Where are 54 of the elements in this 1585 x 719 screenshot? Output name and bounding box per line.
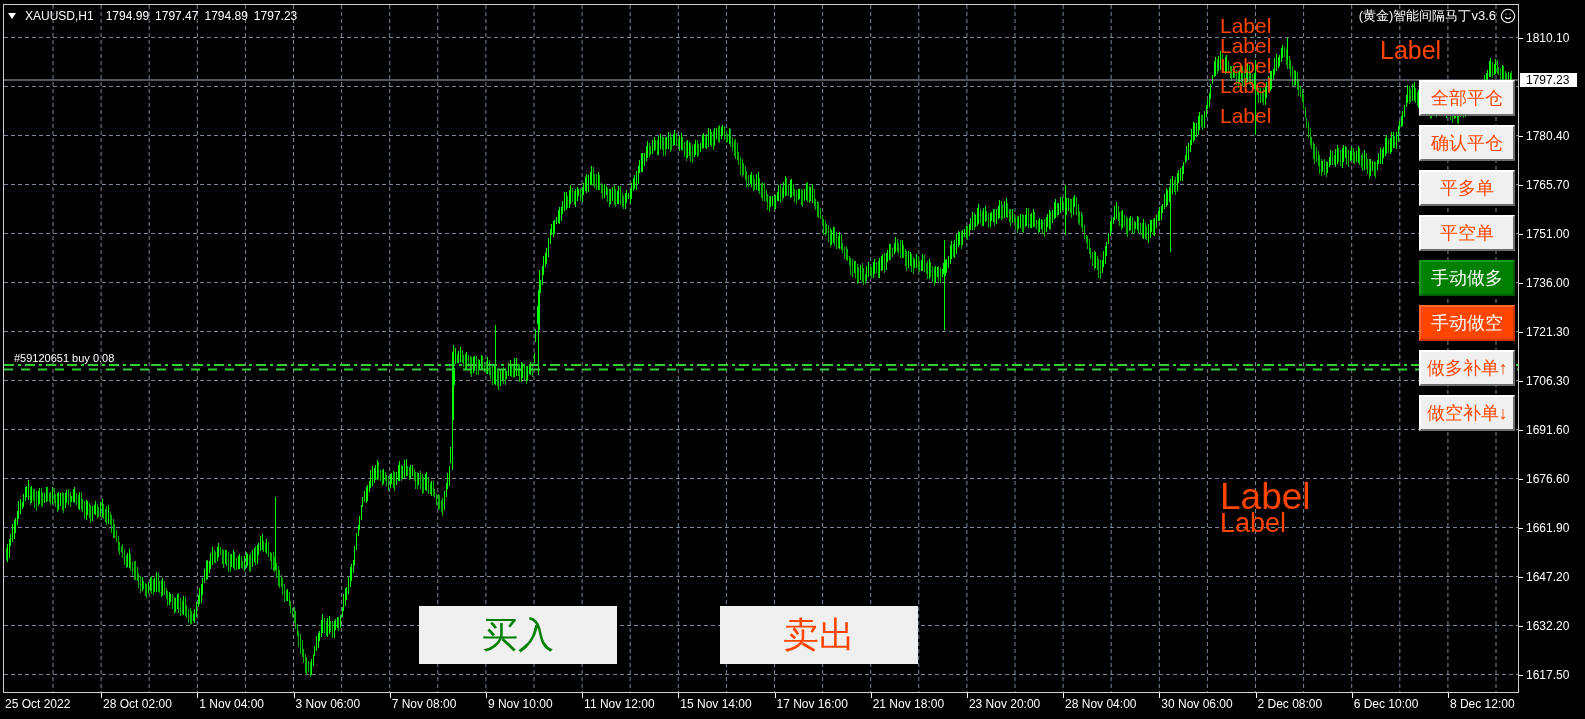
time-label: 9 Nov 10:00 [487, 697, 553, 711]
symbol-timeframe: XAUUSD,H1 [25, 8, 94, 24]
caret-icon[interactable] [8, 13, 16, 19]
price-label: 1661.90 [1526, 520, 1570, 535]
panel-button[interactable]: 平多单 [1419, 170, 1515, 206]
chart-text-label: Label [1220, 512, 1287, 534]
time-label: 25 Oct 2022 [5, 697, 71, 711]
time-label: 30 Nov 06:00 [1161, 697, 1233, 711]
panel-button[interactable]: 做多补单↑ [1419, 350, 1515, 386]
panel-button[interactable]: 确认平仓 [1419, 125, 1515, 161]
current-price-tag: 1797.23 [1520, 73, 1577, 87]
price-label: 1810.10 [1526, 30, 1570, 45]
panel-button[interactable]: 平空单 [1419, 215, 1515, 251]
price-label: 1632.20 [1526, 618, 1570, 633]
trade-button[interactable]: 卖出 [720, 606, 918, 664]
time-label: 7 Nov 08:00 [391, 697, 457, 711]
ohlc-value: 1794.99 [105, 8, 150, 24]
price-label: 1676.60 [1526, 471, 1570, 486]
time-label: 8 Dec 12:00 [1449, 697, 1515, 711]
ohlc-value: 1797.23 [253, 8, 298, 24]
time-label: 15 Nov 14:00 [680, 697, 752, 711]
trade-button[interactable]: 买入 [419, 606, 617, 664]
price-label: 1706.30 [1526, 373, 1570, 388]
panel-button[interactable]: 全部平仓 [1419, 80, 1515, 116]
chart-text-label: Label [1220, 482, 1311, 512]
time-label: 11 Nov 12:00 [584, 697, 655, 711]
order-label: #59120651 buy 0.08 [14, 351, 115, 365]
chart-text-label: Label [1220, 16, 1272, 36]
chart-text-label: Label [1380, 37, 1442, 63]
time-label: 21 Nov 18:00 [872, 697, 945, 711]
price-label: 1647.20 [1526, 569, 1570, 584]
time-label: 2 Dec 08:00 [1257, 697, 1323, 711]
time-label: 23 Nov 20:00 [968, 697, 1041, 711]
panel-button[interactable]: 手动做多 [1419, 260, 1515, 296]
expert-title: (黄金)智能间隔马丁v3.6 [1358, 7, 1496, 25]
smiley-icon [1500, 8, 1516, 24]
ohlc-value: 1794.89 [204, 8, 248, 24]
panel-button[interactable]: 做空补单↓ [1419, 395, 1515, 431]
price-label: 1617.50 [1526, 667, 1570, 682]
price-label: 1736.00 [1526, 275, 1570, 290]
time-label: 28 Nov 04:00 [1065, 697, 1137, 711]
price-label: 1765.70 [1526, 177, 1570, 192]
ohlc-value: 1797.47 [155, 8, 199, 24]
time-label: 3 Nov 06:00 [295, 697, 361, 711]
time-label: 17 Nov 16:00 [776, 697, 848, 711]
time-label: 6 Dec 10:00 [1353, 697, 1419, 711]
panel-button[interactable]: 手动做空 [1419, 305, 1515, 341]
time-label: 1 Nov 04:00 [199, 697, 264, 711]
price-label: 1691.60 [1526, 422, 1570, 437]
price-label: 1751.00 [1526, 226, 1570, 241]
price-label: 1721.30 [1526, 324, 1570, 339]
price-label: 1780.40 [1526, 128, 1570, 143]
time-label: 28 Oct 02:00 [103, 697, 172, 711]
chart-text-label: Label [1220, 36, 1272, 56]
